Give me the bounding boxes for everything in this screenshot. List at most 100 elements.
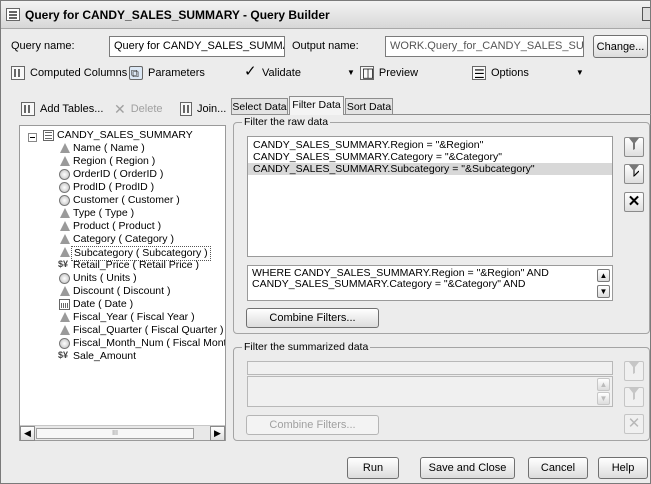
table-icon xyxy=(43,130,54,141)
filter-raw-data-title: Filter the raw data xyxy=(242,116,331,128)
delete-filter-icon: ✕ xyxy=(627,193,641,210)
currency-column-icon xyxy=(58,349,70,362)
filter-row-subcategory[interactable]: CANDY_SALES_SUMMARY.Subcategory = "&Subc… xyxy=(248,163,612,175)
change-button[interactable]: Change... xyxy=(593,35,648,58)
combine-filters-button[interactable]: Combine Filters... xyxy=(246,308,379,328)
tab-select-data[interactable]: Select Data xyxy=(231,98,288,115)
tree-column-label: Name ( Name ) xyxy=(73,142,145,154)
summarized-filter-list-header xyxy=(247,361,613,375)
query-icon xyxy=(6,8,20,21)
delete-x-icon: ✕ xyxy=(114,101,126,117)
cancel-button[interactable]: Cancel xyxy=(528,457,588,479)
query-name-input[interactable]: Query for CANDY_SALES_SUMMARY xyxy=(109,36,285,57)
add-table-icon xyxy=(21,102,35,116)
tree-column-label: Units ( Units ) xyxy=(73,272,137,284)
tab-sort-data[interactable]: Sort Data xyxy=(345,98,393,115)
tab-filter-data[interactable]: Filter Data xyxy=(289,96,344,115)
char-column-icon xyxy=(59,325,70,336)
options-dropdown-arrow-icon[interactable]: ▼ xyxy=(576,64,584,82)
tree-column-label: Retail_Price ( Retail Price ) xyxy=(73,259,200,271)
join-icon xyxy=(180,102,192,116)
where-scroll-down-icon[interactable]: ▼ xyxy=(597,285,610,298)
parameters-icon xyxy=(129,65,143,83)
validate-icon xyxy=(243,63,257,81)
tree-column-label: Sale_Amount xyxy=(73,350,137,362)
tree-column-label: Date ( Date ) xyxy=(73,298,134,310)
preview-button[interactable]: ▼ Preview xyxy=(347,64,418,82)
validate-label: Validate xyxy=(262,67,301,79)
add-tables-button[interactable]: Add Tables... xyxy=(21,100,103,118)
query-builder-window: Query for CANDY_SALES_SUMMARY - Query Bu… xyxy=(0,0,651,484)
calculator-icon xyxy=(11,66,25,80)
scroll-left-icon[interactable]: ◀ xyxy=(20,426,35,441)
parameters-button[interactable]: Parameters xyxy=(129,64,205,83)
tree-horizontal-scrollbar[interactable]: ◀ III ▶ xyxy=(20,425,225,441)
tree-column-label: Fiscal_Month_Num ( Fiscal Month N xyxy=(73,337,225,349)
tree-column-label: Type ( Type ) xyxy=(73,207,135,219)
table-tree[interactable]: CANDY_SALES_SUMMARY Name ( Name ) Region … xyxy=(20,126,225,426)
funnel-icon xyxy=(629,138,639,150)
edit-funnel-icon xyxy=(629,165,639,177)
parameters-label: Parameters xyxy=(148,67,205,79)
help-button[interactable]: Help xyxy=(598,457,648,479)
computed-columns-button[interactable]: Computed Columns xyxy=(11,64,127,82)
preview-icon xyxy=(359,64,374,82)
summarized-scroll-down-icon: ▼ xyxy=(597,392,610,405)
table-tree-panel[interactable]: CANDY_SALES_SUMMARY Name ( Name ) Region … xyxy=(19,125,226,441)
scroll-thumb[interactable]: III xyxy=(36,428,194,439)
tree-column-label: Customer ( Customer ) xyxy=(73,194,180,206)
run-button[interactable]: Run xyxy=(347,457,399,479)
add-filter-button[interactable] xyxy=(624,137,644,157)
validate-button[interactable]: Validate xyxy=(243,63,301,82)
edit-filter-button[interactable] xyxy=(624,164,644,184)
window-title: Query for CANDY_SALES_SUMMARY - Query Bu… xyxy=(25,8,330,22)
edit-summarized-filter-button xyxy=(624,387,644,407)
numeric-column-icon xyxy=(59,273,70,284)
where-clause-text: WHERE CANDY_SALES_SUMMARY.Region = "&Reg… xyxy=(247,265,613,301)
close-icon[interactable] xyxy=(642,7,650,21)
tree-column-label: Fiscal_Year ( Fiscal Year ) xyxy=(73,311,195,323)
char-column-icon xyxy=(59,234,70,245)
char-column-icon xyxy=(59,247,70,258)
where-scroll-up-icon[interactable]: ▲ xyxy=(597,269,610,282)
delete-summarized-filter-button: ✕ xyxy=(624,414,644,434)
delete-filter-button[interactable]: ✕ xyxy=(624,192,644,212)
tree-column-label: Region ( Region ) xyxy=(73,155,156,167)
combine-summarized-filters-button: Combine Filters... xyxy=(246,415,379,435)
scroll-right-icon[interactable]: ▶ xyxy=(210,426,225,441)
tree-column-label: OrderID ( OrderID ) xyxy=(73,168,164,180)
computed-columns-label: Computed Columns xyxy=(30,67,128,79)
output-name-field: WORK.Query_for_CANDY_SALES_SUMMAF xyxy=(385,36,584,57)
raw-filter-list[interactable]: CANDY_SALES_SUMMARY.Region = "&Region" C… xyxy=(247,136,613,257)
char-column-icon xyxy=(59,156,70,167)
join-button[interactable]: Join... xyxy=(180,100,226,118)
options-button[interactable]: Options ▼ xyxy=(472,64,584,83)
numeric-column-icon xyxy=(59,338,70,349)
numeric-column-icon xyxy=(59,182,70,193)
where-clause: WHERE CANDY_SALES_SUMMARY.Region = "&Reg… xyxy=(252,267,549,290)
options-icon xyxy=(472,65,486,83)
disabled-edit-funnel-icon xyxy=(629,388,639,400)
query-name-label: Query name: xyxy=(11,40,75,52)
options-label: Options xyxy=(491,67,529,79)
title-bar[interactable]: Query for CANDY_SALES_SUMMARY - Query Bu… xyxy=(1,1,650,29)
summarized-filter-list: ▲ ▼ xyxy=(247,376,613,407)
collapse-node-icon[interactable] xyxy=(28,133,37,142)
char-column-icon xyxy=(59,221,70,232)
filter-row-category[interactable]: CANDY_SALES_SUMMARY.Category = "&Categor… xyxy=(248,151,612,163)
output-name-label: Output name: xyxy=(292,40,359,52)
save-and-close-button[interactable]: Save and Close xyxy=(420,457,515,479)
table-name: CANDY_SALES_SUMMARY xyxy=(57,129,193,141)
add-summarized-filter-button xyxy=(624,361,644,381)
filter-row-region[interactable]: CANDY_SALES_SUMMARY.Region = "&Region" xyxy=(248,139,612,151)
disabled-funnel-icon xyxy=(629,362,639,374)
preview-dropdown-arrow-icon[interactable]: ▼ xyxy=(347,64,355,82)
preview-label: Preview xyxy=(378,67,419,79)
add-tables-label: Add Tables... xyxy=(40,103,104,115)
tree-column-label: Discount ( Discount ) xyxy=(73,285,171,297)
numeric-column-icon xyxy=(59,169,70,180)
delete-button[interactable]: ✕ Delete xyxy=(114,100,163,118)
char-column-icon xyxy=(59,143,70,154)
tree-column-label: Product ( Product ) xyxy=(73,220,162,232)
delete-label: Delete xyxy=(130,103,163,115)
